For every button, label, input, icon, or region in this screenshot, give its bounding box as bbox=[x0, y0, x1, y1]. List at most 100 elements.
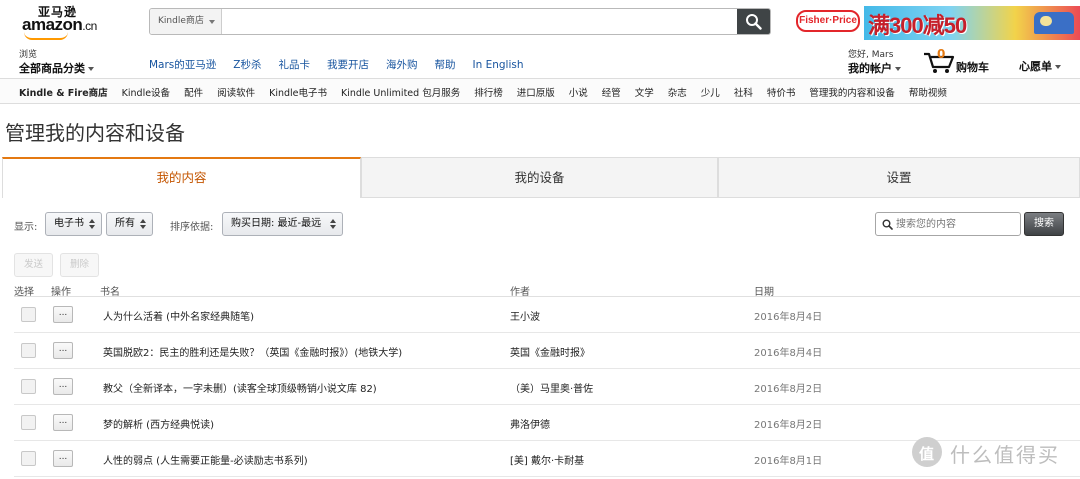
promo-banner[interactable]: 满300减50 bbox=[864, 6, 1080, 40]
send-button[interactable]: 发送 bbox=[14, 253, 53, 277]
row-actions-button[interactable]: ... bbox=[53, 378, 73, 395]
search-icon bbox=[882, 219, 893, 230]
book-title[interactable]: 英国脱欧2：民主的胜利还是失败？（英国《金融时报》）(地铁大学) bbox=[103, 344, 402, 359]
chevron-down-icon bbox=[895, 67, 901, 71]
tab-my-devices[interactable]: 我的设备 bbox=[361, 157, 718, 198]
subnav-item-bestsellers[interactable]: 排行榜 bbox=[474, 88, 503, 99]
subnav-item-magazines[interactable]: 杂志 bbox=[668, 88, 687, 99]
cart-label: 购物车 bbox=[956, 61, 989, 74]
content-search-button[interactable]: 搜索 bbox=[1024, 212, 1064, 236]
table-row: ... 教父（全新译本，一字未删）(读客全球顶级畅销小说文库 82) （美）马里… bbox=[14, 369, 1080, 405]
subnav-item-social-science[interactable]: 社科 bbox=[734, 88, 753, 99]
sort-value: 购买日期: 最近-最远 bbox=[231, 218, 322, 229]
row-checkbox[interactable] bbox=[21, 343, 36, 358]
nav-link-my-amazon[interactable]: Mars的亚马逊 bbox=[149, 59, 216, 71]
row-actions-button[interactable]: ... bbox=[53, 306, 73, 323]
search-input[interactable] bbox=[223, 9, 738, 34]
nav-link-help[interactable]: 帮助 bbox=[434, 59, 455, 71]
header: 亚马逊 amazon.cn Kindle商店 Fisher·Price 满300… bbox=[0, 0, 1080, 44]
fisher-price-ad[interactable]: Fisher·Price bbox=[796, 10, 860, 32]
delete-button[interactable]: 删除 bbox=[60, 253, 99, 277]
content-type-dropdown[interactable]: 电子书 bbox=[45, 212, 102, 236]
purchase-date: 2016年8月4日 bbox=[754, 312, 823, 323]
purchase-date: 2016年8月1日 bbox=[754, 456, 823, 467]
train-icon bbox=[1034, 12, 1074, 34]
watermark-logo-icon bbox=[912, 437, 942, 467]
subnav-item-business[interactable]: 经管 bbox=[602, 88, 621, 99]
sort-label: 排序依据: bbox=[170, 222, 214, 233]
book-author: [美] 戴尔·卡耐基 bbox=[510, 456, 585, 467]
nav-link-sell[interactable]: 我要开店 bbox=[327, 59, 369, 71]
kindle-subnav: Kindle & Fire商店 Kindle设备 配件 阅读软件 Kindle电子书 Ki… bbox=[0, 78, 1080, 104]
purchase-date: 2016年8月2日 bbox=[754, 420, 823, 431]
subnav-item-deals[interactable]: 特价书 bbox=[767, 88, 796, 99]
subnav-item-kindle-fire-store[interactable]: Kindle & Fire商店 bbox=[19, 88, 108, 99]
content-tabs: 我的内容 我的设备 设置 bbox=[2, 157, 1080, 198]
browse-all-categories[interactable]: 浏览 全部商品分类 bbox=[19, 47, 94, 76]
updown-arrow-icon bbox=[89, 219, 95, 229]
cart-count: 0 bbox=[937, 47, 946, 61]
purchase-date: 2016年8月4日 bbox=[754, 348, 823, 359]
search-bar: Kindle商店 bbox=[149, 8, 771, 35]
content-type-value: 电子书 bbox=[54, 218, 84, 229]
chevron-down-icon bbox=[209, 20, 215, 24]
subnav-item-kindle-unlimited[interactable]: Kindle Unlimited 包月服务 bbox=[341, 88, 460, 99]
amazon-logo[interactable]: 亚马逊 amazon.cn bbox=[22, 3, 100, 40]
row-checkbox[interactable] bbox=[21, 379, 36, 394]
content-scope-dropdown[interactable]: 所有 bbox=[106, 212, 153, 236]
row-checkbox[interactable] bbox=[21, 451, 36, 466]
account-menu[interactable]: 您好, Mars 我的帐户 bbox=[848, 47, 901, 76]
purchase-date: 2016年8月2日 bbox=[754, 384, 823, 395]
watermark: 什么值得买 bbox=[912, 435, 1080, 471]
book-title[interactable]: 人为什么活着 (中外名家经典随笔) bbox=[103, 308, 254, 323]
book-author: 王小波 bbox=[510, 312, 540, 323]
sort-dropdown[interactable]: 购买日期: 最近-最远 bbox=[222, 212, 343, 236]
logo-smile-icon bbox=[24, 32, 68, 40]
tab-my-content[interactable]: 我的内容 bbox=[2, 157, 361, 198]
search-button[interactable] bbox=[737, 9, 770, 34]
subnav-item-reading-apps[interactable]: 阅读软件 bbox=[217, 88, 255, 99]
page-title: 管理我的内容和设备 bbox=[5, 121, 185, 145]
subnav-item-accessories[interactable]: 配件 bbox=[184, 88, 203, 99]
subnav-item-manage-content[interactable]: 管理我的内容和设备 bbox=[809, 88, 895, 99]
wishlist-menu[interactable]: 心愿单 bbox=[1019, 58, 1061, 74]
nav-links: Mars的亚马逊 Z秒杀 礼品卡 我要开店 海外购 帮助 In English bbox=[149, 57, 541, 72]
table-row: ... 人为什么活着 (中外名家经典随笔) 王小波 2016年8月4日 bbox=[14, 297, 1080, 333]
chevron-down-icon bbox=[88, 67, 94, 71]
row-checkbox[interactable] bbox=[21, 307, 36, 322]
content-search-input[interactable] bbox=[896, 213, 1018, 235]
subnav-item-kindle-devices[interactable]: Kindle设备 bbox=[122, 88, 170, 99]
updown-arrow-icon bbox=[330, 219, 336, 229]
book-title[interactable]: 教父（全新译本，一字未删）(读客全球顶级畅销小说文库 82) bbox=[103, 380, 377, 395]
browse-big-label: 全部商品分类 bbox=[19, 60, 94, 76]
promo-text: 满300减50 bbox=[868, 13, 967, 38]
main-nav: 浏览 全部商品分类 Mars的亚马逊 Z秒杀 礼品卡 我要开店 海外购 帮助 In Engl… bbox=[0, 44, 1080, 78]
subnav-item-help-videos[interactable]: 帮助视频 bbox=[909, 88, 947, 99]
nav-link-flash-sale[interactable]: Z秒杀 bbox=[233, 59, 261, 71]
cart-button[interactable]: 0 购物车 bbox=[923, 47, 998, 74]
book-title[interactable]: 人性的弱点 (人生需要正能量-必读励志书系列) bbox=[103, 452, 308, 467]
row-checkbox[interactable] bbox=[21, 415, 36, 430]
subnav-item-imported[interactable]: 进口原版 bbox=[517, 88, 555, 99]
row-actions-button[interactable]: ... bbox=[53, 342, 73, 359]
account-label: 我的帐户 bbox=[848, 60, 901, 76]
book-author: 弗洛伊德 bbox=[510, 420, 550, 431]
row-actions-button[interactable]: ... bbox=[53, 414, 73, 431]
nav-link-gift-card[interactable]: 礼品卡 bbox=[278, 59, 310, 71]
row-actions-button[interactable]: ... bbox=[53, 450, 73, 467]
search-category-dropdown[interactable]: Kindle商店 bbox=[150, 9, 222, 34]
subnav-item-kindle-ebooks[interactable]: Kindle电子书 bbox=[269, 88, 327, 99]
search-category-label: Kindle商店 bbox=[158, 16, 204, 26]
subnav-item-children[interactable]: 少儿 bbox=[701, 88, 720, 99]
book-title[interactable]: 梦的解析 (西方经典悦读) bbox=[103, 416, 214, 431]
subnav-item-novels[interactable]: 小说 bbox=[569, 88, 588, 99]
book-author: 英国《金融时报》 bbox=[510, 348, 590, 359]
nav-link-english[interactable]: In English bbox=[472, 59, 523, 71]
subnav-item-literature[interactable]: 文学 bbox=[635, 88, 654, 99]
search-icon bbox=[746, 14, 762, 30]
greeting: 您好, Mars bbox=[848, 50, 894, 60]
updown-arrow-icon bbox=[140, 219, 146, 229]
nav-link-global[interactable]: 海外购 bbox=[386, 59, 418, 71]
show-label: 显示: bbox=[14, 222, 38, 233]
tab-settings[interactable]: 设置 bbox=[718, 157, 1080, 198]
